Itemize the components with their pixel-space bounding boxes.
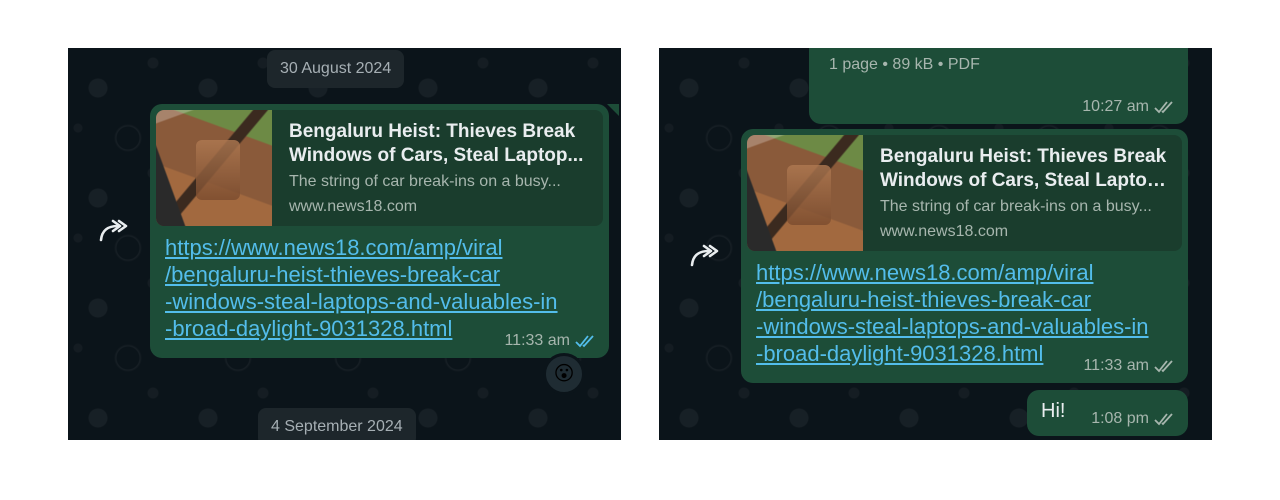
- link-line[interactable]: /bengaluru-heist-thieves-break-car: [165, 261, 558, 288]
- link-line[interactable]: /bengaluru-heist-thieves-break-car: [756, 286, 1149, 313]
- preview-title-line: Windows of Cars, Steal Laptop...: [289, 145, 584, 166]
- link-line[interactable]: -broad-daylight-9031328.html: [165, 315, 558, 342]
- date-chip: 30 August 2024: [267, 50, 405, 88]
- double-check-icon: [575, 335, 594, 348]
- link-line[interactable]: -windows-steal-laptops-and-valuables-in: [165, 288, 558, 315]
- message-time: 1:08 pm: [1091, 410, 1149, 427]
- preview-title-line: Windows of Cars, Steal Laptop...: [880, 170, 1172, 191]
- preview-thumbnail: [156, 110, 272, 226]
- reaction-emoji: 😮: [553, 363, 575, 385]
- double-check-icon: [1154, 101, 1173, 114]
- reaction-badge[interactable]: 😮: [543, 353, 585, 395]
- date-chip: 4 September 2024: [258, 408, 416, 440]
- preview-title-line: Bengaluru Heist: Thieves Break: [880, 146, 1167, 167]
- document-bubble[interactable]: 1 page • 89 kB • PDF 10:27 am: [809, 48, 1188, 124]
- preview-thumbnail: [747, 135, 863, 251]
- message-meta: 10:27 am: [1082, 98, 1176, 116]
- forward-icon[interactable]: [689, 243, 723, 269]
- document-meta: 1 page • 89 kB • PDF: [829, 56, 980, 73]
- message-link[interactable]: https://www.news18.com/amp/viral /bengal…: [756, 259, 1149, 367]
- chat-panel-left: 30 August 2024 Bengaluru Heist: Thieves …: [68, 48, 621, 440]
- preview-description: The string of car break-ins on a busy...: [289, 173, 561, 190]
- forward-icon[interactable]: [98, 218, 132, 244]
- chat-panel-right: 1 page • 89 kB • PDF 10:27 am Bengaluru …: [659, 48, 1212, 440]
- preview-description: The string of car break-ins on a busy...: [880, 198, 1152, 215]
- link-line[interactable]: https://www.news18.com/amp/viral: [756, 259, 1149, 286]
- message-time: 11:33 am: [1083, 357, 1149, 374]
- double-check-icon: [1154, 360, 1173, 373]
- message-time: 10:27 am: [1082, 98, 1149, 115]
- double-check-icon: [1154, 413, 1173, 426]
- preview-title: Bengaluru Heist: Thieves Break Windows o…: [289, 120, 593, 168]
- preview-title-line: Bengaluru Heist: Thieves Break: [289, 121, 576, 142]
- preview-site: www.news18.com: [289, 198, 418, 215]
- link-preview[interactable]: Bengaluru Heist: Thieves Break Windows o…: [747, 135, 1182, 251]
- message-link[interactable]: https://www.news18.com/amp/viral /bengal…: [165, 234, 558, 342]
- message-bubble[interactable]: Bengaluru Heist: Thieves Break Windows o…: [150, 104, 619, 358]
- link-line[interactable]: https://www.news18.com/amp/viral: [165, 234, 558, 261]
- message-text: Hi!: [1041, 400, 1066, 422]
- message-meta: 11:33 am: [1083, 357, 1176, 375]
- preview-title: Bengaluru Heist: Thieves Break Windows o…: [880, 145, 1172, 193]
- link-line[interactable]: -windows-steal-laptops-and-valuables-in: [756, 313, 1149, 340]
- bubble-tail: [607, 104, 619, 116]
- message-time: 11:33 am: [504, 332, 570, 349]
- message-bubble[interactable]: Hi! 1:08 pm: [1027, 390, 1188, 436]
- link-preview[interactable]: Bengaluru Heist: Thieves Break Windows o…: [156, 110, 603, 226]
- preview-site: www.news18.com: [880, 223, 1009, 240]
- message-bubble[interactable]: Bengaluru Heist: Thieves Break Windows o…: [741, 129, 1188, 383]
- message-meta: 11:33 am: [504, 332, 597, 350]
- message-meta: 1:08 pm: [1091, 410, 1176, 428]
